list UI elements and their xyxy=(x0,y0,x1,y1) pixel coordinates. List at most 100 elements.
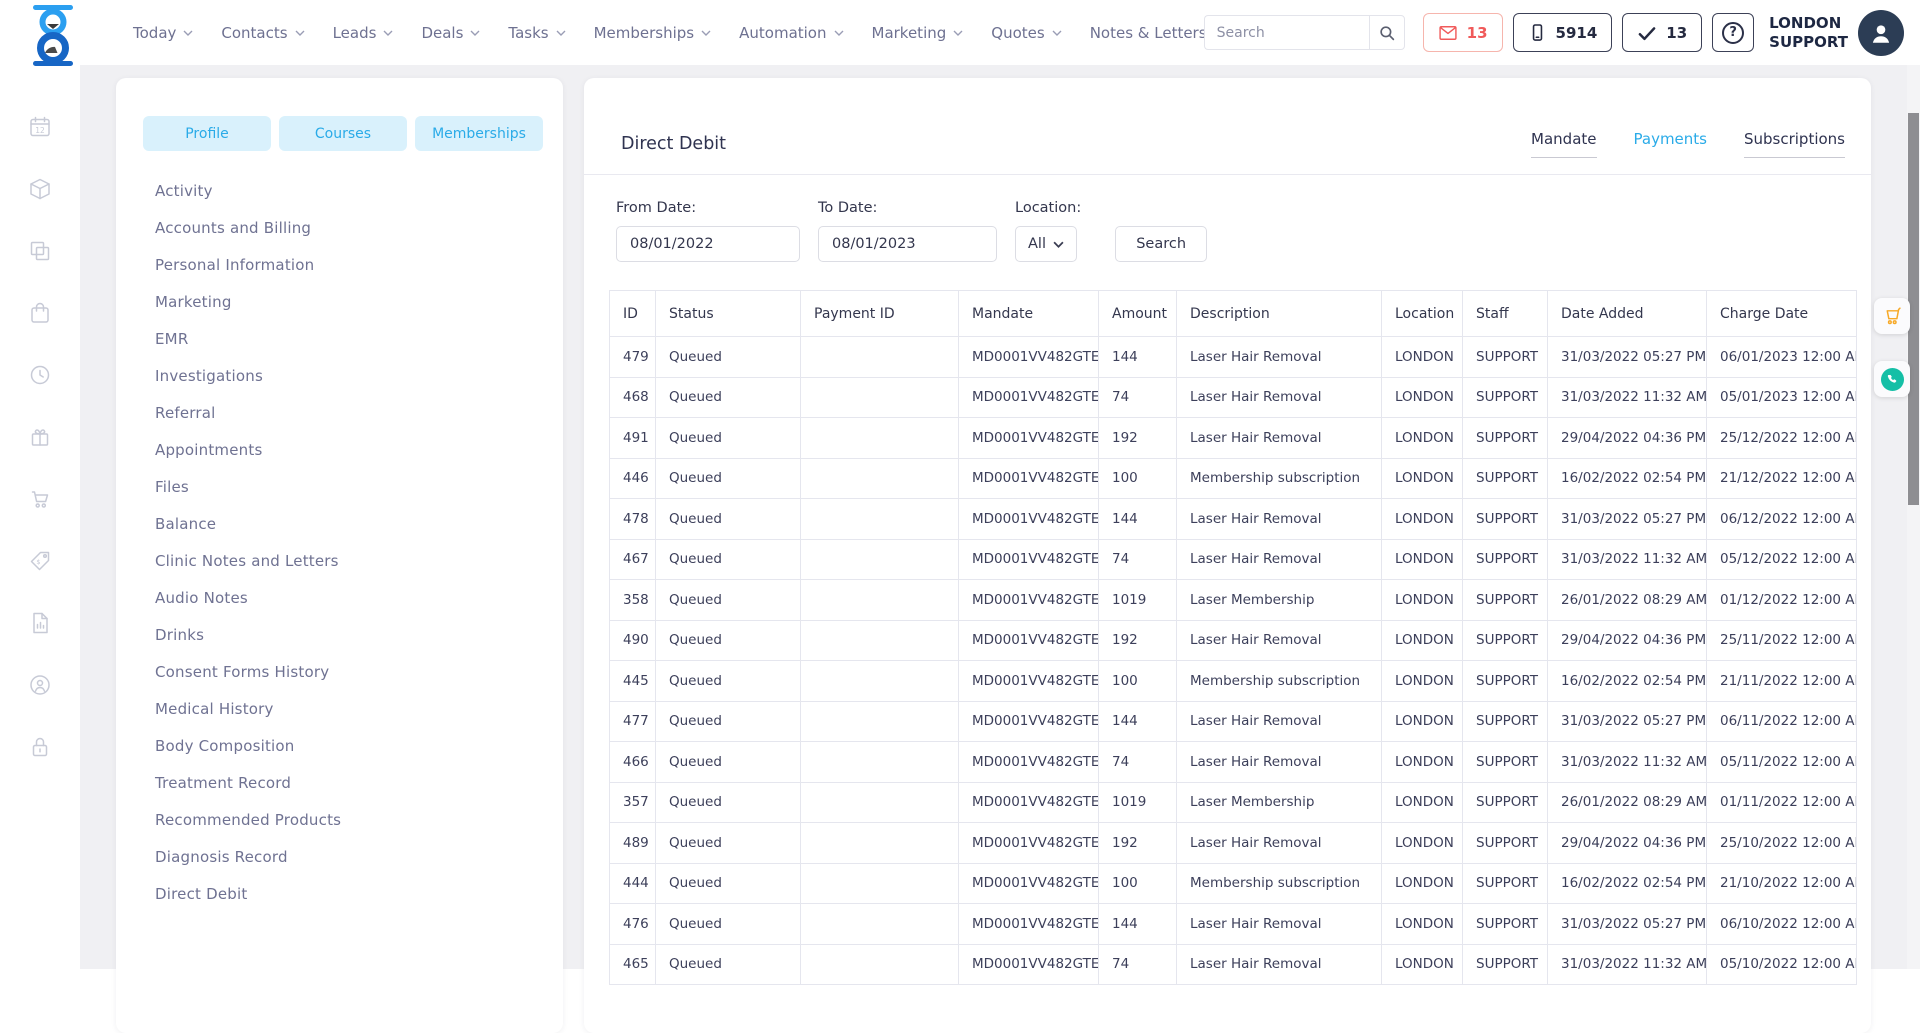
cell-location: LONDON xyxy=(1382,539,1463,580)
table-row[interactable]: 477QueuedMD0001VV482GTE144Laser Hair Rem… xyxy=(610,701,1857,742)
tasks-button[interactable]: 13 xyxy=(1622,13,1702,52)
sidebar-item-files[interactable]: Files xyxy=(155,468,563,505)
sidebar-item-medical-history[interactable]: Medical History xyxy=(155,690,563,727)
sidebar-item-diagnosis-record[interactable]: Diagnosis Record xyxy=(155,838,563,875)
sidebar-item-marketing[interactable]: Marketing xyxy=(155,283,563,320)
nav-item-contacts[interactable]: Contacts xyxy=(221,24,304,42)
table-row[interactable]: 357QueuedMD0001VV482GTE1019Laser Members… xyxy=(610,782,1857,823)
table-row[interactable]: 476QueuedMD0001VV482GTE144Laser Hair Rem… xyxy=(610,904,1857,945)
cell-payment-id xyxy=(801,499,959,540)
cart-icon[interactable] xyxy=(28,487,52,511)
table-row[interactable]: 489QueuedMD0001VV482GTE192Laser Hair Rem… xyxy=(610,823,1857,864)
table-row[interactable]: 446QueuedMD0001VV482GTE100Membership sub… xyxy=(610,458,1857,499)
to-date-input[interactable] xyxy=(818,226,997,262)
nav-item-tasks[interactable]: Tasks xyxy=(508,24,565,42)
table-row[interactable]: 468QueuedMD0001VV482GTE74Laser Hair Remo… xyxy=(610,377,1857,418)
shopping-bag-icon[interactable] xyxy=(28,301,52,325)
cell-staff: SUPPORT xyxy=(1463,499,1548,540)
sidebar-item-drinks[interactable]: Drinks xyxy=(155,616,563,653)
tab-subscriptions[interactable]: Subscriptions xyxy=(1744,130,1845,158)
tab-profile[interactable]: Profile xyxy=(143,116,271,151)
cell-charge-date: 01/12/2022 12:00 AM xyxy=(1707,580,1857,621)
nav-item-quotes[interactable]: Quotes xyxy=(991,24,1061,42)
nav-item-automation[interactable]: Automation xyxy=(739,24,843,42)
cell-status: Queued xyxy=(656,701,801,742)
cell-description: Laser Hair Removal xyxy=(1177,418,1382,459)
chevron-down-icon xyxy=(1052,30,1062,36)
sidebar-item-emr[interactable]: EMR xyxy=(155,320,563,357)
cell-mandate: MD0001VV482GTE xyxy=(959,580,1099,621)
table-row[interactable]: 466QueuedMD0001VV482GTE74Laser Hair Remo… xyxy=(610,742,1857,783)
cell-id: 466 xyxy=(610,742,656,783)
table-row[interactable]: 444QueuedMD0001VV482GTE100Membership sub… xyxy=(610,863,1857,904)
from-date-input[interactable] xyxy=(616,226,800,262)
sidebar-item-audio-notes[interactable]: Audio Notes xyxy=(155,579,563,616)
calendar-icon[interactable]: 12 xyxy=(28,115,52,139)
sidebar-item-appointments[interactable]: Appointments xyxy=(155,431,563,468)
cell-payment-id xyxy=(801,418,959,459)
location-select[interactable]: All xyxy=(1015,226,1077,262)
app-logo[interactable] xyxy=(29,4,77,62)
table-row[interactable]: 445QueuedMD0001VV482GTE100Membership sub… xyxy=(610,661,1857,702)
sidebar-item-personal-information[interactable]: Personal Information xyxy=(155,246,563,283)
cell-id: 489 xyxy=(610,823,656,864)
user-name[interactable]: LONDON SUPPORT xyxy=(1769,14,1848,52)
table-row[interactable]: 479QueuedMD0001VV482GTE144Laser Hair Rem… xyxy=(610,337,1857,378)
tab-courses[interactable]: Courses xyxy=(279,116,407,151)
cart-button[interactable] xyxy=(1874,298,1910,334)
nav-item-deals[interactable]: Deals xyxy=(421,24,480,42)
sms-button[interactable]: 5914 xyxy=(1513,13,1613,52)
help-button[interactable]: ? xyxy=(1712,13,1754,52)
cell-mandate: MD0001VV482GTE xyxy=(959,944,1099,985)
cell-staff: SUPPORT xyxy=(1463,337,1548,378)
sidebar-item-investigations[interactable]: Investigations xyxy=(155,357,563,394)
nav-item-leads[interactable]: Leads xyxy=(333,24,394,42)
search-input[interactable] xyxy=(1204,15,1369,50)
user-avatar[interactable] xyxy=(1858,10,1904,56)
table-row[interactable]: 478QueuedMD0001VV482GTE144Laser Hair Rem… xyxy=(610,499,1857,540)
gift-icon[interactable] xyxy=(28,425,52,449)
table-row[interactable]: 490QueuedMD0001VV482GTE192Laser Hair Rem… xyxy=(610,620,1857,661)
tab-memberships[interactable]: Memberships xyxy=(415,116,543,151)
vertical-scrollbar[interactable] xyxy=(1907,65,1920,969)
sidebar-item-treatment-record[interactable]: Treatment Record xyxy=(155,764,563,801)
sidebar-item-body-composition[interactable]: Body Composition xyxy=(155,727,563,764)
sidebar-item-referral[interactable]: Referral xyxy=(155,394,563,431)
table-row[interactable]: 465QueuedMD0001VV482GTE74Laser Hair Remo… xyxy=(610,944,1857,985)
history-icon[interactable] xyxy=(28,363,52,387)
price-tag-icon[interactable]: $ xyxy=(28,549,52,573)
lock-icon[interactable] xyxy=(28,735,52,759)
table-row[interactable]: 467QueuedMD0001VV482GTE74Laser Hair Remo… xyxy=(610,539,1857,580)
nav-item-memberships[interactable]: Memberships xyxy=(594,24,712,42)
sidebar-item-recommended-products[interactable]: Recommended Products xyxy=(155,801,563,838)
nav-item-label: Automation xyxy=(739,24,826,42)
cell-charge-date: 06/12/2022 12:00 AM xyxy=(1707,499,1857,540)
support-user-icon[interactable] xyxy=(28,673,52,697)
tab-payments[interactable]: Payments xyxy=(1634,130,1707,158)
search-submit-button[interactable] xyxy=(1369,15,1405,50)
location-label: Location: xyxy=(1015,200,1081,216)
sidebar-item-accounts-and-billing[interactable]: Accounts and Billing xyxy=(155,209,563,246)
sidebar-item-consent-forms-history[interactable]: Consent Forms History xyxy=(155,653,563,690)
cell-payment-id xyxy=(801,742,959,783)
filter-search-button[interactable]: Search xyxy=(1115,226,1207,262)
sidebar-item-balance[interactable]: Balance xyxy=(155,505,563,542)
messages-button[interactable]: 13 xyxy=(1423,13,1503,52)
sidebar-item-direct-debit[interactable]: Direct Debit xyxy=(155,875,563,912)
copy-icon[interactable] xyxy=(28,239,52,263)
col-staff: Staff xyxy=(1463,291,1548,337)
sidebar-item-clinic-notes-and-letters[interactable]: Clinic Notes and Letters xyxy=(155,542,563,579)
call-button[interactable] xyxy=(1874,361,1910,397)
nav-item-marketing[interactable]: Marketing xyxy=(872,24,964,42)
nav-item-today[interactable]: Today xyxy=(133,24,193,42)
cell-description: Laser Hair Removal xyxy=(1177,742,1382,783)
package-icon[interactable] xyxy=(28,177,52,201)
cell-mandate: MD0001VV482GTE xyxy=(959,701,1099,742)
tab-mandate[interactable]: Mandate xyxy=(1531,130,1596,158)
sidebar-item-activity[interactable]: Activity xyxy=(155,172,563,209)
cell-staff: SUPPORT xyxy=(1463,580,1548,621)
table-row[interactable]: 358QueuedMD0001VV482GTE1019Laser Members… xyxy=(610,580,1857,621)
cell-amount: 144 xyxy=(1099,499,1177,540)
report-icon[interactable] xyxy=(28,611,52,635)
table-row[interactable]: 491QueuedMD0001VV482GTE192Laser Hair Rem… xyxy=(610,418,1857,459)
